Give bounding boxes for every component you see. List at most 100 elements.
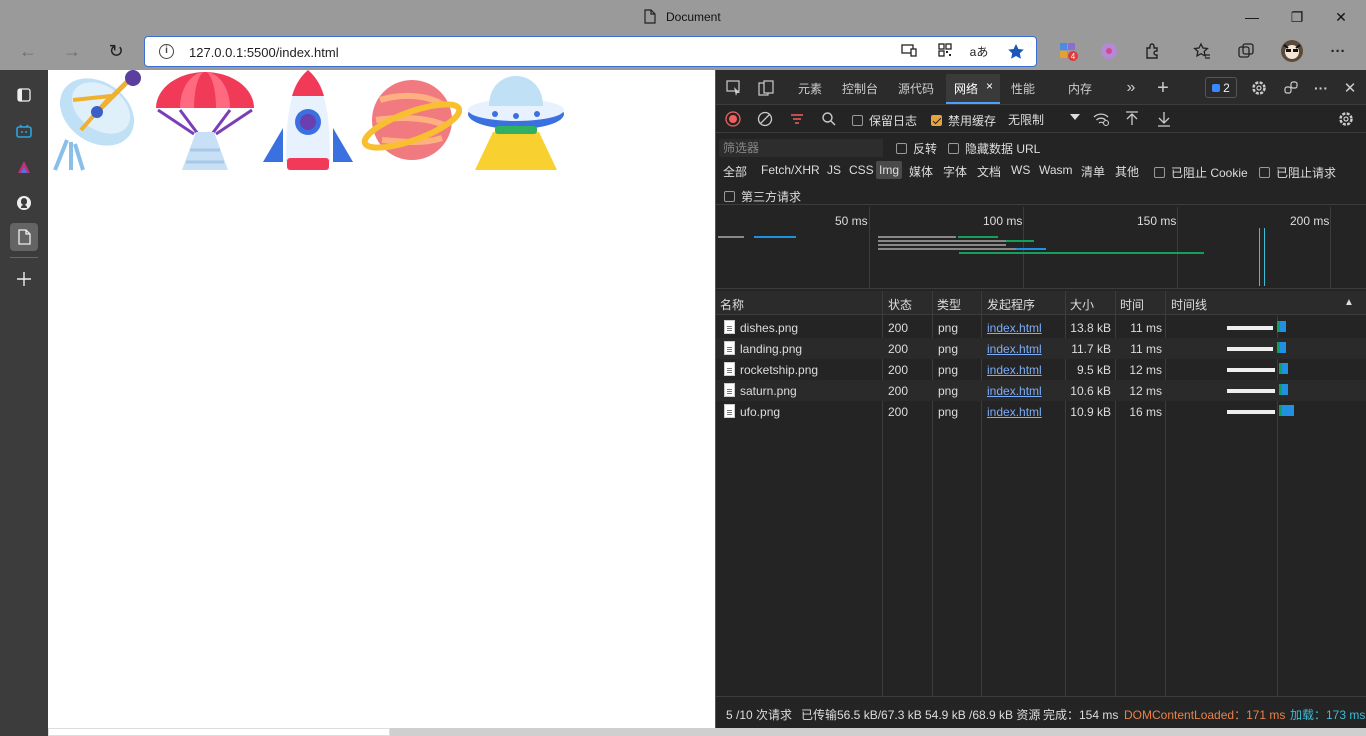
favorite-star-icon[interactable] xyxy=(1007,43,1025,61)
invert-box[interactable] xyxy=(896,143,907,154)
blocked-cookies-checkbox[interactable]: 已阻止 Cookie xyxy=(1154,164,1248,181)
devtools-more-icon[interactable]: ··· xyxy=(1311,78,1331,98)
clear-icon[interactable] xyxy=(755,109,775,129)
filter-input[interactable]: 筛选器 xyxy=(719,139,883,157)
hide-data-urls-box[interactable] xyxy=(948,143,959,154)
tab-console[interactable]: 控制台 xyxy=(842,80,878,97)
device-emulation-icon[interactable] xyxy=(756,78,776,98)
row-name[interactable]: landing.png xyxy=(740,342,802,356)
type-ws[interactable]: WS xyxy=(1011,163,1030,177)
close-window-button[interactable]: ✕ xyxy=(1318,4,1364,30)
search-icon[interactable] xyxy=(819,109,839,129)
network-settings-gear-icon[interactable] xyxy=(1336,109,1356,129)
preserve-log-box[interactable] xyxy=(852,115,863,126)
new-tab-icon[interactable] xyxy=(10,265,38,293)
row-initiator-link[interactable]: index.html xyxy=(987,321,1042,335)
tab-performance[interactable]: 性能 xyxy=(1011,80,1035,97)
browser-menu-button[interactable]: ··· xyxy=(1325,39,1351,63)
third-party-checkbox[interactable]: 第三方请求 xyxy=(724,188,801,205)
type-img[interactable]: Img xyxy=(876,161,903,179)
table-row[interactable]: dishes.png 200 png index.html 13.8 kB 11… xyxy=(716,317,1366,338)
issues-badge[interactable]: 2 xyxy=(1205,77,1237,98)
type-js[interactable]: JS xyxy=(827,163,841,177)
preserve-log-checkbox[interactable]: 保留日志 xyxy=(852,112,917,129)
throttling-select[interactable]: 无限制 xyxy=(1008,111,1082,129)
type-doc[interactable]: 文档 xyxy=(977,163,1001,180)
extensions-collection-icon[interactable]: 4 xyxy=(1055,39,1081,63)
app-tab-icon[interactable] xyxy=(10,153,38,181)
minimize-button[interactable]: — xyxy=(1229,4,1275,30)
scrollbar-thumb[interactable] xyxy=(48,728,390,736)
third-party-box[interactable] xyxy=(724,191,735,202)
col-type[interactable]: 类型 xyxy=(937,296,961,313)
disable-cache-checkbox[interactable]: 禁用缓存 xyxy=(931,112,996,129)
col-initiator[interactable]: 发起程序 xyxy=(987,296,1035,313)
settings-gear-icon[interactable] xyxy=(1249,78,1269,98)
tab-elements[interactable]: 元素 xyxy=(798,80,822,97)
row-initiator-link[interactable]: index.html xyxy=(987,363,1042,377)
row-name[interactable]: rocketship.png xyxy=(740,363,818,377)
blocked-cookies-box[interactable] xyxy=(1154,167,1165,178)
type-all[interactable]: 全部 xyxy=(723,163,747,180)
table-row[interactable]: ufo.png 200 png index.html 10.9 kB 16 ms xyxy=(716,401,1366,422)
extensions-icon[interactable] xyxy=(1140,39,1166,63)
collections-icon[interactable] xyxy=(1233,39,1259,63)
invert-checkbox[interactable]: 反转 xyxy=(896,140,937,157)
table-row[interactable]: rocketship.png 200 png index.html 9.5 kB… xyxy=(716,359,1366,380)
type-wasm[interactable]: Wasm xyxy=(1039,163,1073,177)
app-available-icon[interactable] xyxy=(900,43,918,61)
refresh-button[interactable]: ↻ xyxy=(101,38,131,64)
sort-ascending-icon[interactable]: ▲ xyxy=(1344,297,1354,308)
back-button[interactable]: ← xyxy=(13,38,43,64)
tab-actions-icon[interactable] xyxy=(10,81,38,109)
row-initiator-link[interactable]: index.html xyxy=(987,405,1042,419)
import-har-icon[interactable] xyxy=(1122,109,1142,129)
hide-data-urls-checkbox[interactable]: 隐藏数据 URL xyxy=(948,140,1040,157)
forward-button[interactable]: → xyxy=(57,38,87,64)
tab-network[interactable]: 网络 × xyxy=(946,74,1000,104)
favorites-icon[interactable] xyxy=(1189,39,1215,63)
site-info-icon[interactable]: i xyxy=(159,44,174,59)
blocked-requests-checkbox[interactable]: 已阻止请求 xyxy=(1259,164,1336,181)
blocked-requests-box[interactable] xyxy=(1259,167,1270,178)
network-overview[interactable]: 50 ms 100 ms 150 ms 200 ms xyxy=(716,207,1366,289)
col-time[interactable]: 时间 xyxy=(1120,296,1144,313)
table-row[interactable]: saturn.png 200 png index.html 10.6 kB 12… xyxy=(716,380,1366,401)
profile-avatar-icon[interactable] xyxy=(1279,39,1305,63)
type-media[interactable]: 媒体 xyxy=(909,163,933,180)
table-row[interactable]: landing.png 200 png index.html 11.7 kB 1… xyxy=(716,338,1366,359)
inspect-element-icon[interactable] xyxy=(724,78,744,98)
tab-network-close-icon[interactable]: × xyxy=(986,79,993,93)
export-har-icon[interactable] xyxy=(1154,109,1174,129)
network-conditions-icon[interactable] xyxy=(1091,109,1111,129)
qr-code-icon[interactable] xyxy=(936,43,954,61)
restore-button[interactable]: ❐ xyxy=(1274,4,1320,30)
row-name[interactable]: dishes.png xyxy=(740,321,798,335)
col-name[interactable]: 名称 xyxy=(720,296,744,313)
horizontal-scrollbar[interactable] xyxy=(48,728,1366,736)
type-css[interactable]: CSS xyxy=(849,163,874,177)
row-name[interactable]: saturn.png xyxy=(740,384,797,398)
more-tabs-icon[interactable]: » xyxy=(1121,78,1141,98)
tab-memory[interactable]: 内存 xyxy=(1068,80,1092,97)
filter-icon[interactable] xyxy=(787,109,807,129)
row-name[interactable]: ufo.png xyxy=(740,405,780,419)
connection-icon[interactable] xyxy=(1281,78,1301,98)
github-tab-icon[interactable] xyxy=(10,189,38,217)
row-initiator-link[interactable]: index.html xyxy=(987,384,1042,398)
add-tab-icon[interactable]: + xyxy=(1153,77,1173,99)
type-manifest[interactable]: 清单 xyxy=(1081,163,1105,180)
record-icon[interactable] xyxy=(723,109,743,129)
url-text[interactable]: 127.0.0.1:5500/index.html xyxy=(189,45,339,60)
document-tab-icon[interactable] xyxy=(10,223,38,251)
type-font[interactable]: 字体 xyxy=(943,163,967,180)
profile-extension-icon[interactable] xyxy=(1096,39,1122,63)
bilibili-tab-icon[interactable] xyxy=(10,117,38,145)
read-aloud-icon[interactable]: aあ xyxy=(968,43,990,61)
col-waterfall[interactable]: 时间线 xyxy=(1171,296,1207,313)
col-status[interactable]: 状态 xyxy=(888,296,912,313)
address-bar[interactable]: i 127.0.0.1:5500/index.html aあ xyxy=(144,36,1037,67)
type-fetch-xhr[interactable]: Fetch/XHR xyxy=(761,163,820,177)
devtools-close-icon[interactable]: ✕ xyxy=(1340,78,1360,98)
type-other[interactable]: 其他 xyxy=(1115,163,1139,180)
